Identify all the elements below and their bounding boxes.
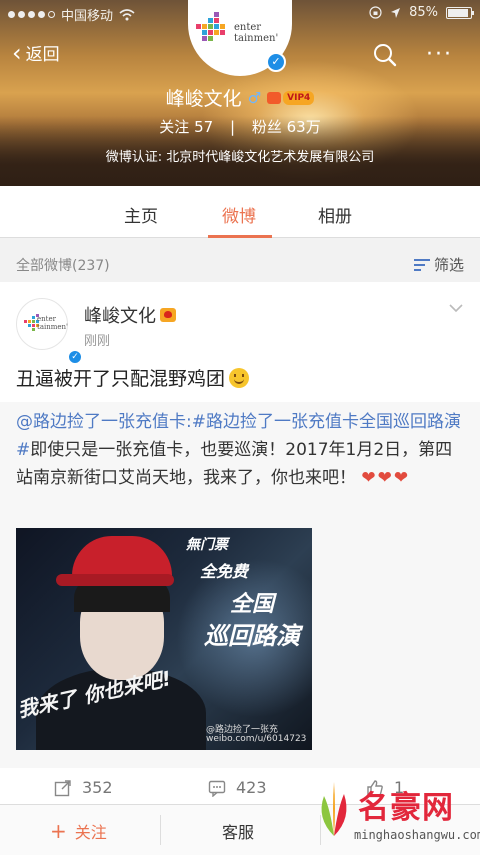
filter-button[interactable]: 筛选	[413, 254, 464, 275]
logo-dots-icon	[196, 12, 225, 41]
post-card[interactable]: enter tainmen' ✓ 峰峻文化 刚刚 丑逼被开了只配混野鸡团 @路边…	[0, 282, 480, 804]
image-cap-brim	[56, 574, 174, 586]
comment-button[interactable]: 423	[208, 778, 267, 797]
follow-label: 关注	[74, 823, 107, 842]
post-author[interactable]: 峰峻文化	[84, 302, 176, 328]
followers-label: 粉丝	[251, 118, 282, 136]
customer-service-button[interactable]: 客服	[222, 819, 254, 843]
repost-icon	[54, 779, 71, 796]
repost-text: @路边捡了一张充值卡:#路边捡了一张充值卡全国巡回路演#即使只是一张充值卡，也要…	[16, 408, 464, 492]
status-left: 中国移动	[8, 5, 135, 24]
logo-text: enter tainmen'	[234, 22, 278, 44]
comment-count: 423	[236, 778, 267, 797]
filter-icon	[413, 258, 430, 271]
wifi-icon	[119, 8, 135, 20]
location-icon	[391, 7, 401, 18]
back-label: 返回	[25, 45, 60, 65]
lock-rotation-icon	[369, 6, 382, 19]
profile-name: 峰峻文化	[165, 88, 242, 110]
avatar-logo-text: enter tainmen'	[37, 315, 68, 331]
search-icon[interactable]	[372, 42, 398, 68]
image-caption-1: 無门票	[186, 537, 228, 553]
reposted-content[interactable]: @路边捡了一张充值卡:#路边捡了一张充值卡全国巡回路演#即使只是一张充值卡，也要…	[0, 402, 480, 768]
battery-icon	[446, 6, 474, 19]
verified-icon: ✓	[266, 52, 286, 72]
more-options-icon[interactable]: ···	[426, 44, 453, 66]
followers-count: 63万	[286, 118, 321, 136]
logo-text-line1: enter	[234, 22, 262, 33]
image-url: weibo.com/u/6014723	[206, 734, 307, 744]
profile-tabs: 主页 微博 相册	[0, 186, 480, 238]
tab-home[interactable]: 主页	[124, 202, 158, 227]
profile-name-row: 峰峻文化 ♂ VIP4	[0, 84, 480, 111]
comment-icon	[208, 780, 226, 797]
following-link[interactable]: 关注 57	[159, 118, 218, 136]
back-button[interactable]: ‹ 返回	[12, 38, 60, 67]
avatar-logo-line1: enter	[37, 315, 56, 323]
certification-text: 微博认证: 北京时代峰峻文化艺术发展有限公司	[105, 150, 375, 165]
filter-label: 筛选	[433, 256, 464, 274]
leaf-logo-icon	[321, 782, 347, 836]
repost-count: 352	[82, 778, 113, 797]
post-text-content: 丑逼被开了只配混野鸡团	[16, 368, 226, 390]
active-tab-indicator	[208, 235, 272, 238]
tab-weibo[interactable]: 微博	[222, 202, 256, 227]
gender-male-icon: ♂	[247, 88, 262, 107]
tab-album[interactable]: 相册	[318, 202, 352, 227]
image-caption-4: 巡回路演	[204, 622, 300, 650]
post-avatar[interactable]: enter tainmen' ✓	[16, 298, 83, 365]
chevron-left-icon: ‹	[12, 38, 22, 67]
battery-percent: 85%	[409, 5, 438, 20]
vip-label: VIP4	[283, 90, 315, 105]
crown-icon	[267, 91, 282, 104]
status-right: 85%	[369, 5, 474, 20]
toolbar-divider	[160, 815, 161, 845]
plus-icon: +	[50, 819, 67, 843]
avatar-logo-line2: tainmen'	[37, 323, 68, 331]
watermark-url: minghaoshangwu.com	[354, 828, 480, 842]
verified-icon: ✓	[67, 349, 83, 365]
heart-emoji-icons: ❤❤❤	[361, 468, 411, 488]
repost-button[interactable]: 352	[54, 778, 113, 797]
stats-divider: |	[229, 118, 236, 136]
image-caption-2: 全免费	[200, 562, 249, 581]
smile-emoji-icon	[229, 367, 250, 388]
watermark-title: 名豪网	[358, 790, 454, 826]
chevron-down-icon[interactable]	[448, 300, 464, 316]
following-label: 关注	[159, 118, 190, 136]
filter-bar: 全部微博(237) 筛选	[0, 248, 480, 280]
signal-icon	[8, 11, 55, 18]
post-text: 丑逼被开了只配混野鸡团	[16, 364, 250, 391]
post-count-label: 全部微博(237)	[16, 258, 110, 274]
post-time: 刚刚	[84, 334, 111, 349]
follow-stats: 关注 57 | 粉丝 63万	[0, 116, 480, 137]
vip-crown-icon	[160, 308, 176, 322]
repost-image[interactable]: 無门票 全免费 全国 巡回路演 我来了 你也来吧! @路边捡了一张充 weibo…	[16, 528, 312, 750]
image-caption-3: 全国	[230, 592, 275, 617]
logo-text-line2: tainmen'	[234, 33, 279, 44]
followers-link[interactable]: 粉丝 63万	[252, 118, 321, 136]
post-author-name: 峰峻文化	[84, 306, 156, 327]
carrier-label: 中国移动	[61, 9, 114, 24]
site-watermark: 名豪网 minghaoshangwu.com	[306, 770, 480, 855]
vip-badge[interactable]: VIP4	[267, 90, 315, 105]
follow-button[interactable]: + 关注	[50, 819, 107, 843]
following-count: 57	[194, 118, 214, 136]
mention-link[interactable]: @路边捡了一张充值卡	[16, 412, 186, 432]
